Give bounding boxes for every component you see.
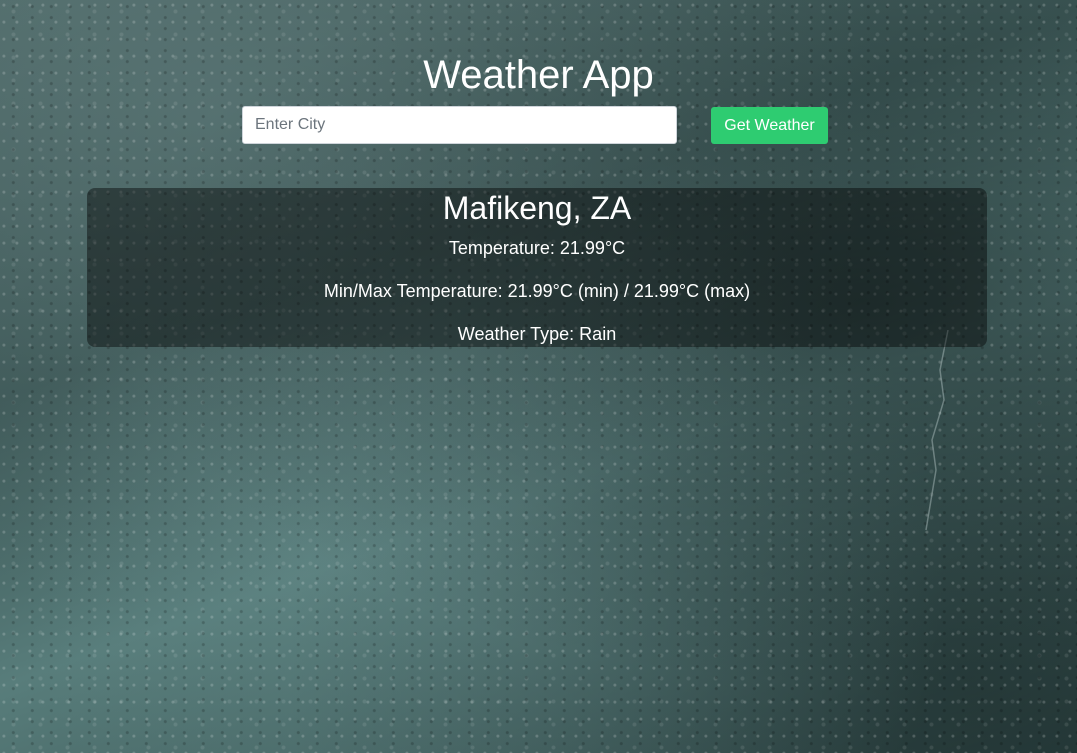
lightning-bolt-decoration bbox=[925, 330, 949, 530]
temperature-text: Temperature: 21.99°C bbox=[448, 238, 626, 258]
app-title: Weather App bbox=[423, 53, 654, 97]
get-weather-button[interactable]: Get Weather bbox=[711, 107, 828, 144]
weather-result-card: Mafikeng, ZA Temperature: 21.99°C Min/Ma… bbox=[87, 188, 987, 347]
city-search-input[interactable] bbox=[242, 106, 677, 144]
weather-type-text: Weather Type: Rain bbox=[457, 324, 617, 344]
min-max-temperature-text: Min/Max Temperature: 21.99°C (min) / 21.… bbox=[323, 281, 751, 301]
city-name: Mafikeng, ZA bbox=[442, 190, 632, 226]
